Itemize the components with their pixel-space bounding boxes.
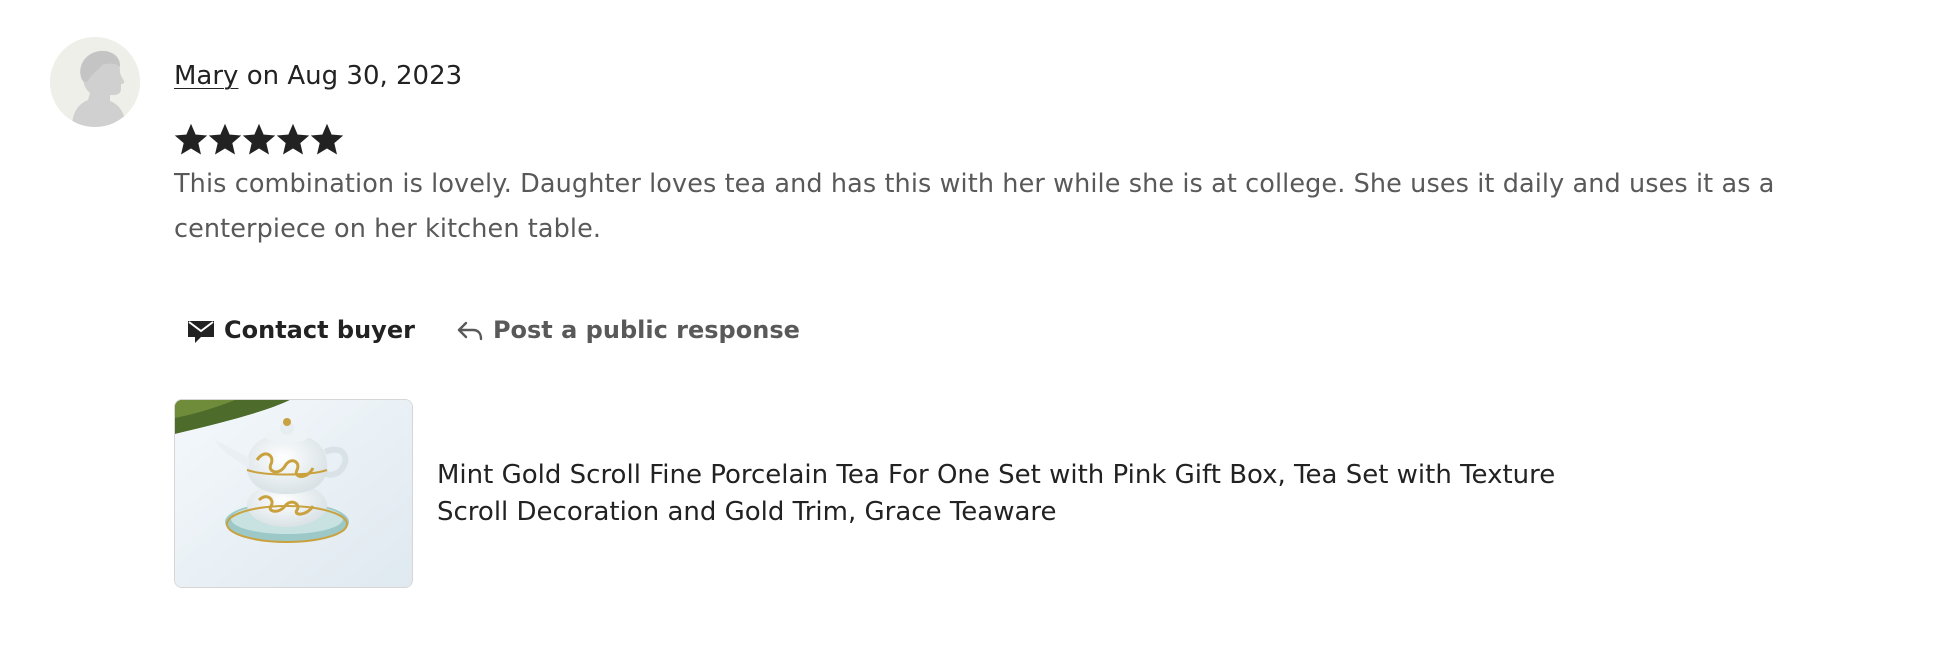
star-icon bbox=[276, 123, 310, 155]
avatar-silhouette-icon bbox=[50, 37, 140, 127]
star-icon bbox=[174, 123, 208, 155]
review-date: on Aug 30, 2023 bbox=[238, 61, 463, 91]
star-rating bbox=[174, 123, 344, 159]
post-public-response-button[interactable]: Post a public response bbox=[443, 309, 812, 351]
post-public-response-label: Post a public response bbox=[492, 316, 800, 344]
teapot-thumbnail-image bbox=[175, 400, 412, 587]
envelope-icon bbox=[186, 315, 216, 345]
listing-row: Mint Gold Scroll Fine Porcelain Tea For … bbox=[174, 399, 1617, 588]
contact-buyer-label: Contact buyer bbox=[224, 316, 415, 344]
listing-thumbnail[interactable] bbox=[174, 399, 413, 588]
review-card: Mary on Aug 30, 2023 This combination is… bbox=[0, 0, 1946, 664]
star-icon bbox=[242, 123, 276, 155]
reviewer-name-link[interactable]: Mary bbox=[174, 61, 238, 91]
star-icon bbox=[208, 123, 242, 155]
listing-title-link[interactable]: Mint Gold Scroll Fine Porcelain Tea For … bbox=[437, 457, 1617, 531]
contact-buyer-button[interactable]: Contact buyer bbox=[174, 309, 427, 351]
review-text: This combination is lovely. Daughter lov… bbox=[174, 169, 1775, 244]
reply-arrow-icon bbox=[455, 315, 485, 345]
reviewer-avatar[interactable] bbox=[50, 37, 140, 127]
review-meta: Mary on Aug 30, 2023 bbox=[174, 59, 462, 93]
star-icon bbox=[310, 123, 344, 155]
review-actions: Contact buyer Post a public response bbox=[174, 308, 812, 352]
